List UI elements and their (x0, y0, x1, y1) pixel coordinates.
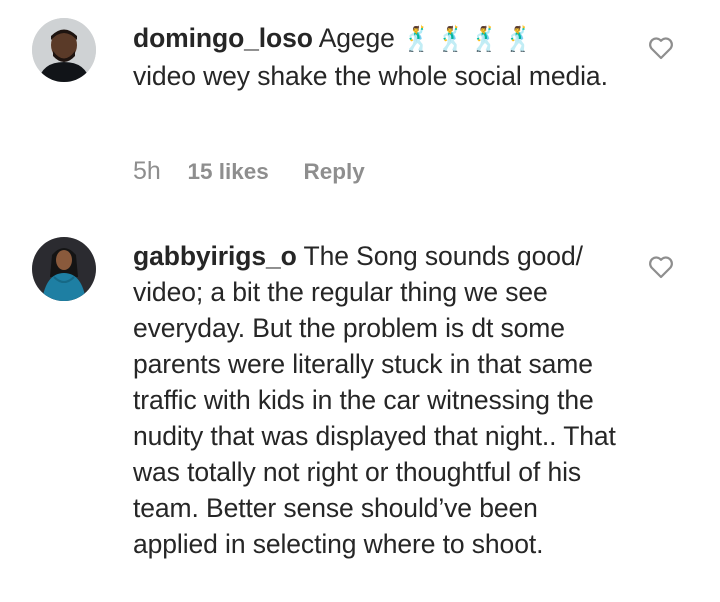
avatar[interactable] (32, 237, 96, 301)
comment-text: The Song sounds good/ video; a bit the r… (133, 241, 616, 559)
comment-text-continued: video wey shake the whole social media. (133, 61, 608, 91)
heart-icon[interactable] (648, 255, 674, 279)
reply-button[interactable]: Reply (303, 159, 364, 184)
comment-body: gabbyirigs_o The Song sounds good/ video… (133, 238, 623, 562)
dancing-man-emoji-icon: 🕺🕺🕺🕺 (402, 26, 538, 53)
comment-timestamp: 5h (133, 157, 161, 185)
comment-meta: 5h 15 likes Reply (133, 157, 365, 186)
heart-icon[interactable] (648, 36, 674, 60)
comment-text: Agege (318, 23, 395, 53)
comment-username[interactable]: domingo_loso (133, 23, 313, 53)
comment-body: domingo_loso Agege 🕺🕺🕺🕺 video wey shake … (133, 20, 623, 94)
comment-likes-count[interactable]: 15 likes (187, 159, 268, 184)
avatar[interactable] (32, 18, 96, 82)
comment-username[interactable]: gabbyirigs_o (133, 241, 297, 271)
